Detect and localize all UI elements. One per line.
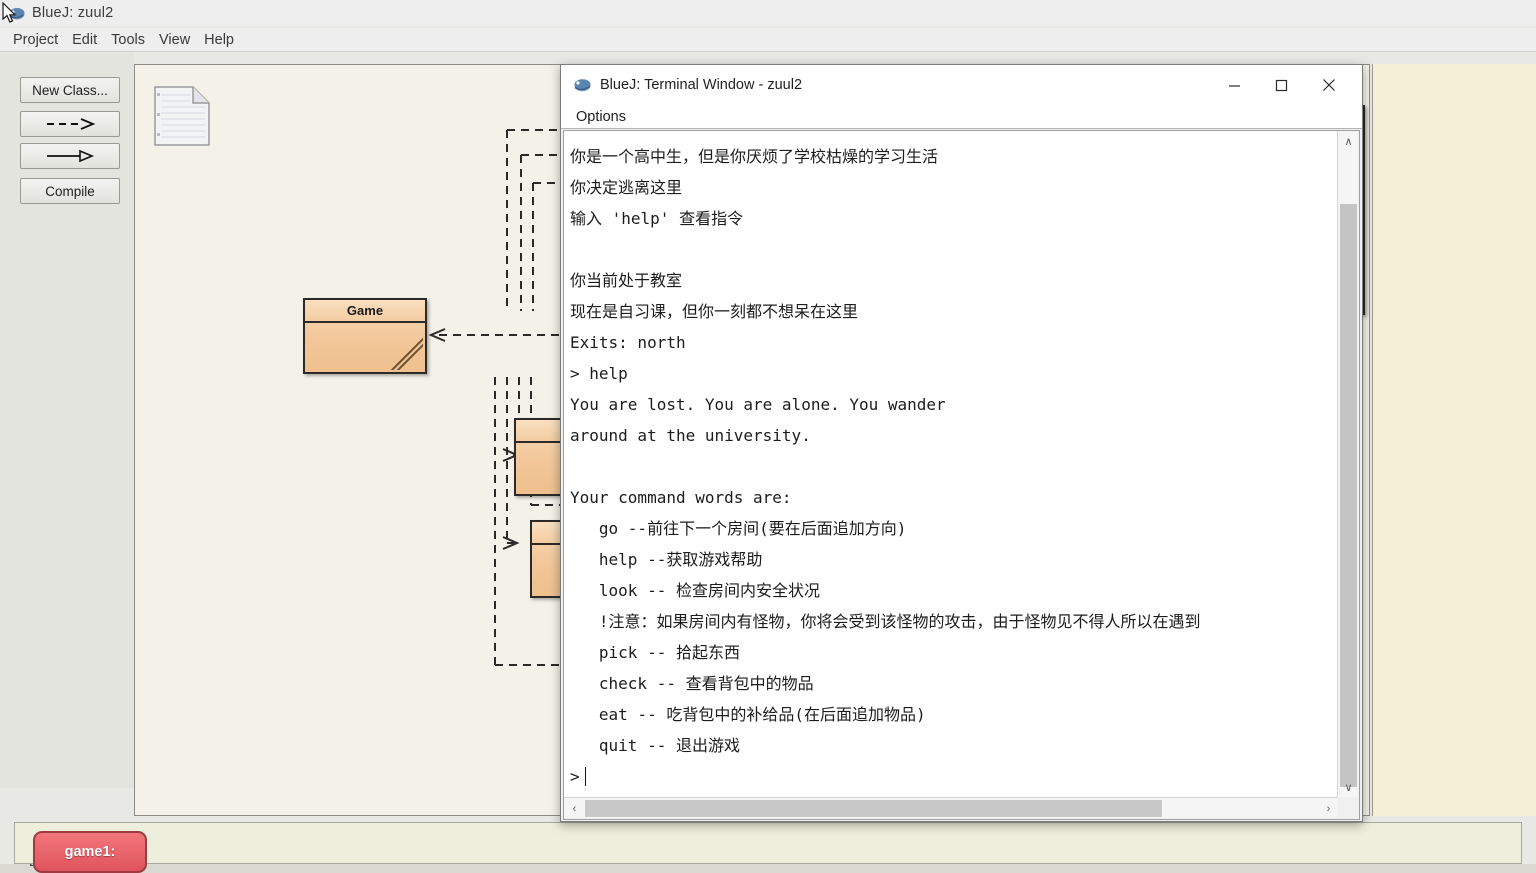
menu-tools[interactable]: Tools bbox=[104, 30, 152, 50]
horizontal-scroll-thumb[interactable] bbox=[585, 800, 1162, 817]
bluej-title-text: BlueJ: zuul2 bbox=[32, 5, 114, 21]
terminal-line: 你是一个高中生，但是你厌烦了学校枯燥的学习生活 bbox=[570, 147, 939, 166]
terminal-line: You are lost. You are alone. You wander bbox=[570, 395, 946, 414]
class-box-game[interactable]: Game bbox=[303, 298, 427, 374]
terminal-line: around at the university. bbox=[570, 426, 811, 445]
dashed-arrow-icon bbox=[47, 118, 96, 130]
terminal-body: 你是一个高中生，但是你厌烦了学校枯燥的学习生活 你决定逃离这里 输入 'help… bbox=[563, 130, 1360, 820]
terminal-title-text: BlueJ: Terminal Window - zuul2 bbox=[600, 77, 803, 93]
terminal-line: > help bbox=[570, 364, 628, 383]
terminal-titlebar[interactable]: BlueJ: Terminal Window - zuul2 bbox=[561, 65, 1362, 105]
inheritance-arrow-button[interactable] bbox=[20, 143, 120, 169]
maximize-icon bbox=[1275, 79, 1287, 91]
object-bench[interactable]: game1: bbox=[14, 822, 1522, 873]
terminal-line: look -- 检查房间内安全状况 bbox=[570, 581, 820, 600]
terminal-line: !注意：如果房间内有怪物，你将会受到该怪物的攻击，由于怪物见不得人所以在遇到 bbox=[570, 612, 1201, 631]
terminal-line: 输入 'help' 查看指令 bbox=[570, 209, 744, 228]
terminal-menu-options[interactable]: Options bbox=[571, 108, 631, 126]
mouse-cursor bbox=[2, 2, 17, 23]
terminal-vertical-scrollbar[interactable]: ∧ ∨ bbox=[1337, 131, 1358, 798]
bluej-titlebar: BlueJ: zuul2 bbox=[0, 0, 1536, 26]
menu-help[interactable]: Help bbox=[197, 30, 241, 50]
terminal-line: Exits: north bbox=[570, 333, 686, 352]
text-caret bbox=[584, 767, 586, 786]
terminal-line: 现在是自习课，但你一刻都不想呆在这里 bbox=[570, 302, 859, 321]
new-class-button[interactable]: New Class... bbox=[20, 77, 120, 103]
scroll-down-icon[interactable]: ∨ bbox=[1338, 777, 1359, 798]
menu-edit[interactable]: Edit bbox=[65, 30, 104, 50]
terminal-line: go --前往下一个房间(要在后面追加方向) bbox=[570, 519, 907, 538]
class-name-label: Game bbox=[305, 300, 425, 323]
terminal-menubar: Options bbox=[561, 105, 1362, 129]
bluej-main-window: BlueJ: zuul2 Project Edit Tools View Hel… bbox=[0, 0, 1536, 873]
terminal-line: Your command words are: bbox=[570, 488, 792, 507]
terminal-output[interactable]: 你是一个高中生，但是你厌烦了学校枯燥的学习生活 你决定逃离这里 输入 'help… bbox=[564, 131, 1339, 798]
terminal-line-clipped bbox=[570, 131, 1338, 141]
terminal-horizontal-scrollbar[interactable]: ‹ › bbox=[564, 797, 1339, 818]
scrollbar-corner bbox=[1337, 797, 1358, 818]
close-icon bbox=[1323, 79, 1335, 91]
menu-view[interactable]: View bbox=[152, 30, 197, 50]
scroll-left-icon[interactable]: ‹ bbox=[564, 798, 585, 819]
terminal-line: 你决定逃离这里 bbox=[570, 178, 683, 197]
bench-object-game1[interactable]: game1: bbox=[33, 831, 147, 873]
solid-arrow-icon bbox=[47, 149, 95, 163]
compile-button[interactable]: Compile bbox=[20, 178, 120, 204]
terminal-line: help --获取游戏帮助 bbox=[570, 550, 763, 569]
terminal-line: 你当前处于教室 bbox=[570, 271, 683, 290]
right-side-panel bbox=[1372, 64, 1536, 816]
terminal-line: check -- 查看背包中的物品 bbox=[570, 674, 814, 693]
dashed-dependency-arrow-button[interactable] bbox=[20, 111, 120, 137]
left-toolbar: New Class... Compile bbox=[0, 53, 134, 866]
bluej-menubar: Project Edit Tools View Help bbox=[0, 28, 1536, 52]
terminal-prompt: > bbox=[570, 767, 580, 786]
vertical-scroll-thumb[interactable] bbox=[1340, 204, 1357, 787]
minimize-button[interactable] bbox=[1211, 65, 1257, 105]
terminal-input-line[interactable]: > bbox=[570, 761, 1338, 792]
terminal-window[interactable]: BlueJ: Terminal Window - zuul2 Options 你… bbox=[560, 64, 1363, 822]
close-button[interactable] bbox=[1306, 65, 1352, 105]
maximize-button[interactable] bbox=[1258, 65, 1304, 105]
minimize-icon bbox=[1228, 84, 1240, 87]
scroll-up-icon[interactable]: ∧ bbox=[1338, 131, 1359, 152]
bluej-icon bbox=[574, 79, 591, 92]
terminal-line: pick -- 拾起东西 bbox=[570, 643, 740, 662]
terminal-line: quit -- 退出游戏 bbox=[570, 736, 740, 755]
terminal-line: eat -- 吃背包中的补给品(在后面追加物品) bbox=[570, 705, 926, 724]
scroll-right-icon[interactable]: › bbox=[1318, 798, 1339, 819]
class-compiled-stripe bbox=[377, 324, 423, 370]
menu-project[interactable]: Project bbox=[6, 30, 65, 50]
